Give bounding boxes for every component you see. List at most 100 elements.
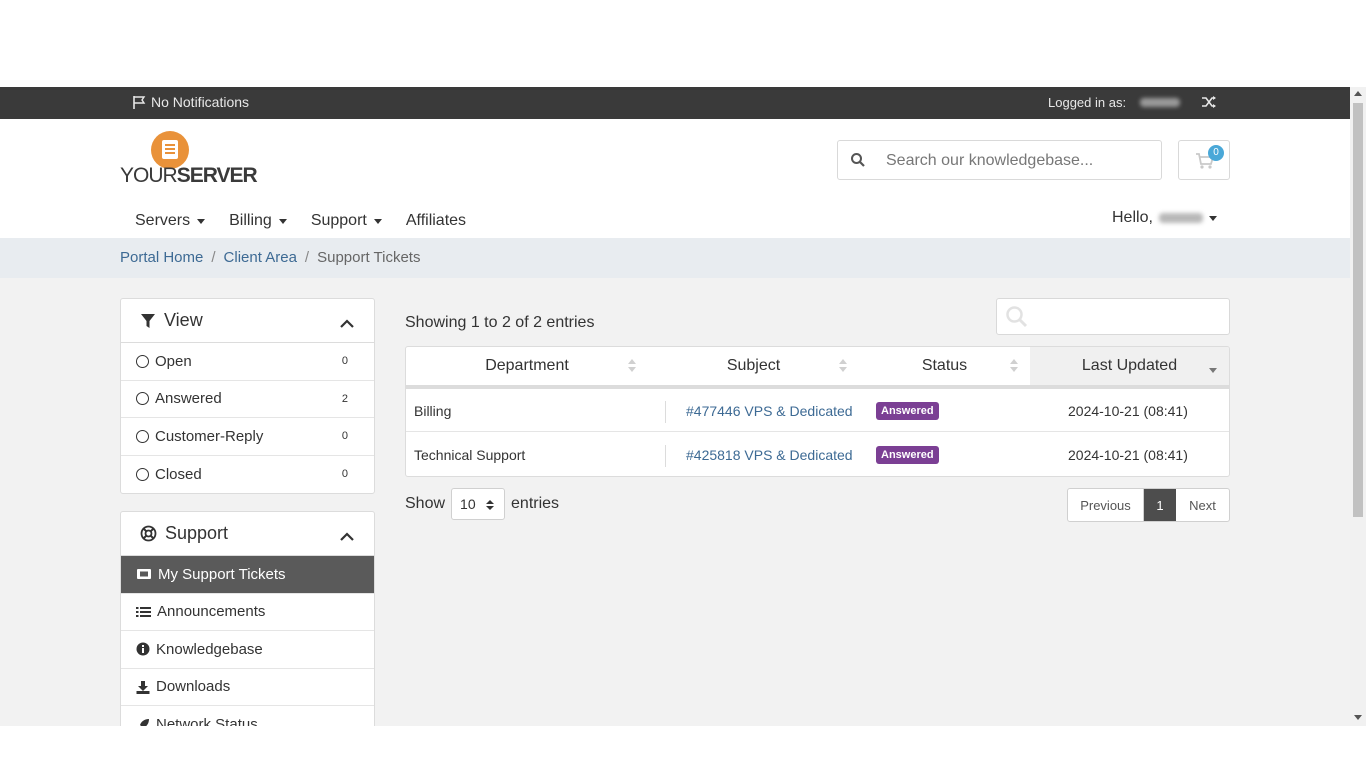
filter-customer-reply[interactable]: Customer-Reply 0 [121, 418, 374, 456]
tickets-table: Department Subject Status Last Updated B [405, 346, 1230, 477]
support-panel: Support My Support Tickets Announcements… [120, 511, 375, 726]
breadcrumb-separator: / [304, 249, 310, 266]
breadcrumb-portal-home[interactable]: Portal Home [120, 249, 203, 266]
search-icon [1005, 305, 1029, 334]
scroll-up-arrow-icon[interactable] [1354, 91, 1362, 96]
cart-button[interactable]: 0 [1178, 140, 1230, 180]
logged-in-username [1140, 98, 1180, 107]
radio-icon [136, 467, 149, 481]
pagination: Previous 1 Next [1067, 488, 1230, 522]
flag-icon [133, 95, 146, 109]
hello-label: Hello, [1112, 209, 1153, 226]
filter-closed[interactable]: Closed 0 [121, 456, 374, 494]
show-label: Show [405, 495, 446, 512]
chevron-up-icon[interactable] [340, 313, 354, 334]
column-subject[interactable]: Subject [648, 347, 859, 385]
ticket-subject-link[interactable]: #425818 VPS & Dedicated [686, 433, 853, 476]
nav-billing[interactable]: Billing [229, 209, 287, 233]
view-panel-title: View [164, 310, 203, 330]
switch-account-icon[interactable] [1200, 93, 1218, 114]
page-size-select[interactable]: 10 [451, 488, 506, 520]
site-header: YOURSERVER 0 Servers Billing Support Aff… [0, 119, 1350, 238]
breadcrumb-separator: / [211, 249, 216, 266]
filter-open[interactable]: Open 0 [121, 343, 374, 381]
rocket-icon [138, 718, 149, 726]
info-icon [136, 642, 150, 656]
row-divider [665, 401, 666, 423]
page-viewport: No Notifications Logged in as: YOURSERVE… [0, 87, 1366, 726]
filter-answered[interactable]: Answered 2 [121, 381, 374, 418]
column-department[interactable]: Department [406, 347, 648, 385]
column-status[interactable]: Status [859, 347, 1030, 385]
support-my-tickets[interactable]: My Support Tickets [121, 556, 374, 594]
support-downloads[interactable]: Downloads [121, 669, 374, 706]
search-icon [850, 152, 866, 173]
table-header: Department Subject Status Last Updated [406, 347, 1229, 389]
user-menu[interactable]: Hello, [1112, 209, 1217, 227]
top-bar: No Notifications Logged in as: [0, 87, 1350, 119]
support-panel-title: Support [165, 523, 229, 543]
row-divider [665, 445, 666, 467]
logo-wordmark: YOURSERVER [120, 164, 258, 187]
chevron-up-icon[interactable] [340, 526, 354, 547]
ticket-subject-link[interactable]: #477446 VPS & Dedicated [686, 389, 853, 432]
entries-label: entries [511, 495, 560, 512]
ticket-icon [137, 569, 151, 580]
sort-icon [839, 359, 847, 373]
previous-page-button[interactable]: Previous [1068, 489, 1144, 521]
list-icon [136, 606, 151, 617]
sort-desc-icon [1209, 359, 1217, 373]
cart-count-badge: 0 [1208, 145, 1224, 161]
breadcrumb: Portal Home / Client Area / Support Tick… [0, 238, 1350, 278]
page-1-button[interactable]: 1 [1144, 489, 1176, 521]
radio-icon [136, 392, 149, 406]
breadcrumb-current: Support Tickets [317, 249, 421, 266]
nav-affiliates[interactable]: Affiliates [406, 209, 466, 233]
main-nav: Servers Billing Support Affiliates [120, 209, 475, 233]
knowledgebase-search[interactable] [837, 140, 1162, 180]
knowledgebase-search-input[interactable] [886, 149, 1146, 173]
life-ring-icon [140, 525, 157, 542]
radio-icon [136, 429, 149, 443]
cell-last-updated: 2024-10-21 (08:41) [1068, 402, 1188, 419]
view-filter-panel: View Open 0 Answered 2 Customer-Reply 0 Clo… [120, 298, 375, 494]
logged-in-label: Logged in as: [1048, 95, 1127, 110]
cell-status: Answered [876, 389, 939, 432]
scrollbar-thumb[interactable] [1353, 103, 1363, 517]
download-icon [136, 680, 150, 694]
nav-support[interactable]: Support [311, 209, 382, 233]
sort-icon [628, 359, 636, 373]
support-network-status[interactable]: Network Status [121, 706, 374, 726]
support-panel-header[interactable]: Support [121, 512, 374, 556]
table-row[interactable]: Billing #477446 VPS & Dedicated Answered… [406, 389, 1229, 432]
table-row[interactable]: Technical Support #425818 VPS & Dedicate… [406, 433, 1229, 476]
notifications-label: No Notifications [151, 94, 250, 110]
filter-count: 0 [341, 430, 348, 443]
view-panel-header[interactable]: View [121, 299, 374, 343]
vertical-scrollbar[interactable] [1350, 87, 1366, 726]
cell-department: Billing [414, 402, 452, 419]
caret-down-icon [197, 218, 206, 224]
status-badge: Answered [876, 445, 939, 464]
cell-last-updated: 2024-10-21 (08:41) [1068, 446, 1188, 463]
user-name [1158, 213, 1203, 223]
support-knowledgebase[interactable]: Knowledgebase [121, 631, 374, 669]
filter-count: 0 [341, 355, 348, 368]
select-arrows-icon [486, 500, 495, 510]
status-badge: Answered [876, 401, 939, 420]
nav-servers[interactable]: Servers [135, 209, 206, 233]
cell-status: Answered [876, 433, 939, 476]
caret-down-icon [373, 218, 382, 224]
site-logo[interactable]: YOURSERVER [120, 131, 258, 187]
radio-icon [136, 354, 149, 368]
caret-down-icon [1208, 215, 1217, 221]
scroll-down-arrow-icon[interactable] [1354, 715, 1362, 720]
entries-info: Showing 1 to 2 of 2 entries [405, 314, 595, 331]
column-last-updated[interactable]: Last Updated [1030, 347, 1229, 385]
notifications-link[interactable]: No Notifications [132, 94, 249, 110]
table-search-input[interactable] [996, 298, 1230, 335]
support-announcements[interactable]: Announcements [121, 594, 374, 631]
filter-count: 0 [341, 468, 348, 481]
next-page-button[interactable]: Next [1176, 489, 1229, 521]
breadcrumb-client-area[interactable]: Client Area [224, 249, 297, 266]
